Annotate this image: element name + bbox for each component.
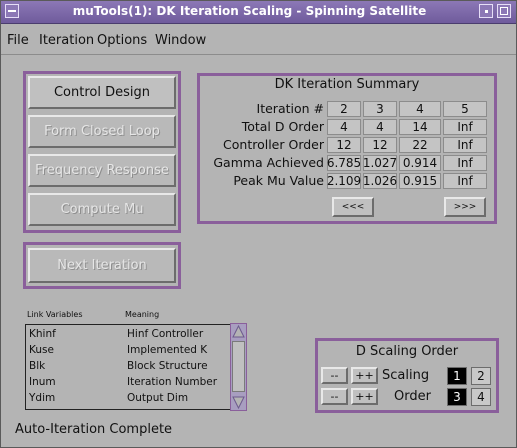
list-item[interactable]: Ydim Output Dim xyxy=(29,390,227,406)
scaling-decrement-button[interactable]: -- xyxy=(321,367,348,384)
next-iterations-button[interactable]: >>> xyxy=(444,197,486,217)
maximize-icon[interactable] xyxy=(497,4,511,18)
variable-meaning: Hinf Controller xyxy=(127,328,204,340)
order-value-option[interactable]: 4 xyxy=(471,388,491,406)
summary-cell: 22 xyxy=(399,137,441,153)
summary-cell: 12 xyxy=(327,137,361,153)
summary-cell: 2 xyxy=(327,101,361,117)
variable-name: Ydim xyxy=(29,392,56,404)
next-iteration-button[interactable]: Next Iteration xyxy=(28,248,176,283)
scaling-increment-button[interactable]: ++ xyxy=(351,367,378,384)
scroll-up-icon[interactable] xyxy=(231,324,246,339)
summary-cell: 5 xyxy=(443,101,487,117)
summary-cell: 4 xyxy=(327,119,361,135)
list-item[interactable]: Blk Block Structure xyxy=(29,358,227,374)
window-title: muTools(1): DK Iteration Scaling - Spinn… xyxy=(72,4,427,18)
variable-name: Blk xyxy=(29,360,46,372)
scroll-thumb[interactable] xyxy=(232,341,245,392)
row-label-iteration: Iteration # xyxy=(256,101,324,116)
meaning-header: Meaning xyxy=(125,310,160,319)
summary-title: DK Iteration Summary xyxy=(274,77,420,92)
summary-cell: Inf xyxy=(443,155,487,171)
list-item[interactable]: Kuse Implemented K xyxy=(29,342,227,358)
row-label-peak-mu: Peak Mu Value xyxy=(233,173,324,188)
list-item[interactable]: Khinf Hinf Controller xyxy=(29,326,227,342)
menu-bar: File Iteration Options Window xyxy=(1,24,516,55)
scroll-down-icon[interactable] xyxy=(231,395,246,410)
d-scaling-title: D Scaling Order xyxy=(355,344,459,359)
variable-meaning: Iteration Number xyxy=(127,376,218,388)
summary-cell: 0.915 xyxy=(399,173,441,189)
summary-cell: 14 xyxy=(399,119,441,135)
summary-cell: Inf xyxy=(443,173,487,189)
compute-mu-button[interactable]: Compute Mu xyxy=(28,193,176,226)
row-label-controller-order: Controller Order xyxy=(223,137,324,152)
variable-name: Kuse xyxy=(29,344,54,356)
link-variables-list[interactable]: Khinf Hinf Controller Kuse Implemented K… xyxy=(25,324,231,410)
link-variables-header: Link Variables xyxy=(27,310,83,319)
order-decrement-button[interactable]: -- xyxy=(321,388,348,405)
prev-iterations-button[interactable]: <<< xyxy=(332,197,374,217)
variable-name: Khinf xyxy=(29,328,56,340)
status-text: Auto-Iteration Complete xyxy=(15,422,173,437)
row-label-gamma-achieved: Gamma Achieved xyxy=(213,155,324,170)
summary-cell: 1.026 xyxy=(362,173,398,189)
variable-name: Inum xyxy=(29,376,56,388)
minimize-icon[interactable] xyxy=(479,4,493,18)
scaling-value-selected[interactable]: 1 xyxy=(447,367,467,385)
menu-options[interactable]: Options xyxy=(97,33,147,48)
form-closed-loop-button[interactable]: Form Closed Loop xyxy=(28,115,176,148)
summary-cell: Inf xyxy=(443,137,487,153)
frequency-response-button[interactable]: Frequency Response xyxy=(28,154,176,187)
summary-cell: Inf xyxy=(443,119,487,135)
app-window: muTools(1): DK Iteration Scaling - Spinn… xyxy=(0,0,517,448)
summary-cell: 4 xyxy=(399,101,441,117)
menu-iteration[interactable]: Iteration xyxy=(39,33,94,48)
control-design-button[interactable]: Control Design xyxy=(28,76,176,109)
order-label: Order xyxy=(394,389,431,404)
menu-window[interactable]: Window xyxy=(155,33,206,48)
row-label-total-d-order: Total D Order xyxy=(241,119,324,134)
title-bar[interactable]: muTools(1): DK Iteration Scaling - Spinn… xyxy=(1,1,516,24)
scaling-value-option[interactable]: 2 xyxy=(471,367,491,385)
order-value-selected[interactable]: 3 xyxy=(447,388,467,406)
summary-cell: 3 xyxy=(363,101,397,117)
summary-cell: 1.027 xyxy=(362,155,398,171)
summary-cell: 0.914 xyxy=(399,155,441,171)
window-menu-icon[interactable] xyxy=(5,4,19,18)
variable-meaning: Block Structure xyxy=(127,360,208,372)
variable-meaning: Implemented K xyxy=(127,344,208,356)
summary-cell: 12 xyxy=(363,137,397,153)
summary-cell: 2.109 xyxy=(326,173,362,189)
variable-meaning: Output Dim xyxy=(127,392,189,404)
summary-cell: 6.785 xyxy=(326,155,362,171)
menu-file[interactable]: File xyxy=(7,33,29,48)
list-scrollbar[interactable] xyxy=(230,323,247,411)
summary-cell: 4 xyxy=(363,119,397,135)
order-increment-button[interactable]: ++ xyxy=(351,388,378,405)
list-item[interactable]: Inum Iteration Number xyxy=(29,374,227,390)
scaling-label: Scaling xyxy=(382,368,430,383)
